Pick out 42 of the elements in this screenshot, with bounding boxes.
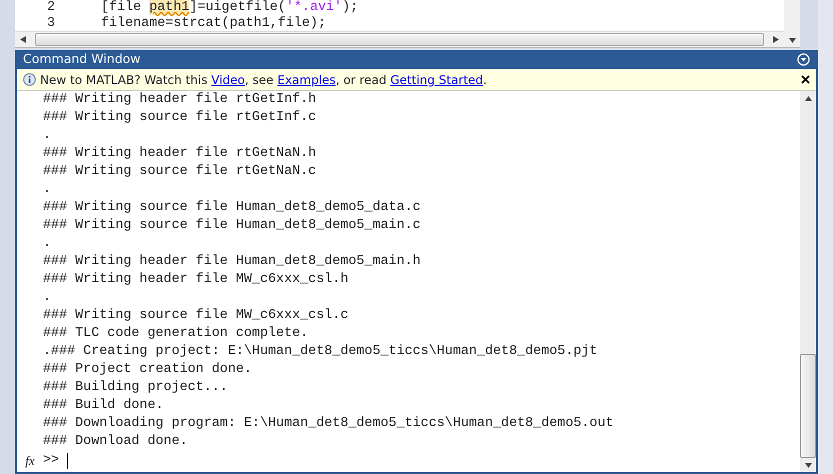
output-line: ### Writing source file rtGetNaN.c [43,164,316,179]
line-number: 3 [46,16,56,32]
output-line: . [43,182,52,197]
dropdown-icon[interactable] [797,53,810,66]
output-line: ### Writing source file Human_det8_demo5_data.c [43,200,421,215]
scrollbar-thumb[interactable] [800,354,816,458]
output-line: ### Download done. [43,434,188,449]
command-prompt: >> [43,452,60,470]
code-line: filename=strcat(path1,file); [100,16,326,32]
info-message: New to MATLAB? Watch this Video, see Examples, or read Getting Started. [40,72,487,88]
output-line: ### Writing source file rtGetInf.c [43,110,316,125]
output-line: .### Creating project: E:\Human_det8_demo5_ticcs\Human_det8_demo5.pjt [43,344,598,359]
close-icon[interactable] [801,75,810,84]
scroll-up-arrow-icon[interactable] [804,96,812,100]
line-number: 2 [46,0,56,16]
help-link[interactable]: Video [211,72,245,86]
output-line: ### Writing header file rtGetInf.h [43,92,316,107]
scrollbar-thumb[interactable] [35,33,764,46]
output-line: ### Writing header file rtGetNaN.h [43,146,316,161]
scroll-right-arrow-icon[interactable] [773,36,779,44]
output-line: ### Project creation done. [43,362,252,377]
output-line: ### Writing source file MW_c6xxx_csl.c [43,308,348,323]
code-line: [file path1]=uigetfile('*.avi'); [100,0,358,16]
output-line: ### TLC code generation complete. [43,326,308,341]
help-link[interactable]: Getting Started [390,72,484,86]
function-browser-button[interactable]: fx [17,451,43,471]
info-icon [23,73,36,86]
help-link[interactable]: Examples [277,72,336,86]
panel-title: Command Window [23,50,141,68]
output-line: ### Writing header file Human_det8_demo5_main.h [43,254,421,269]
scroll-left-arrow-icon[interactable] [20,36,26,44]
output-line: . [43,128,52,143]
output-line: . [43,236,52,251]
output-line: ### Writing source file Human_det8_demo5_main.c [43,218,421,233]
output-line: ### Writing header file MW_c6xxx_csl.h [43,272,348,287]
output-line: . [43,290,52,305]
text-cursor [67,453,68,469]
output-line: ### Build done. [43,398,164,413]
output-line: ### Downloading program: E:\Human_det8_demo5_ticcs\Human_det8_demo5.out [43,416,614,431]
scroll-down-arrow-icon[interactable] [804,462,812,468]
scroll-down-arrow-icon[interactable] [788,38,796,43]
output-line: ### Building project... [43,380,228,395]
